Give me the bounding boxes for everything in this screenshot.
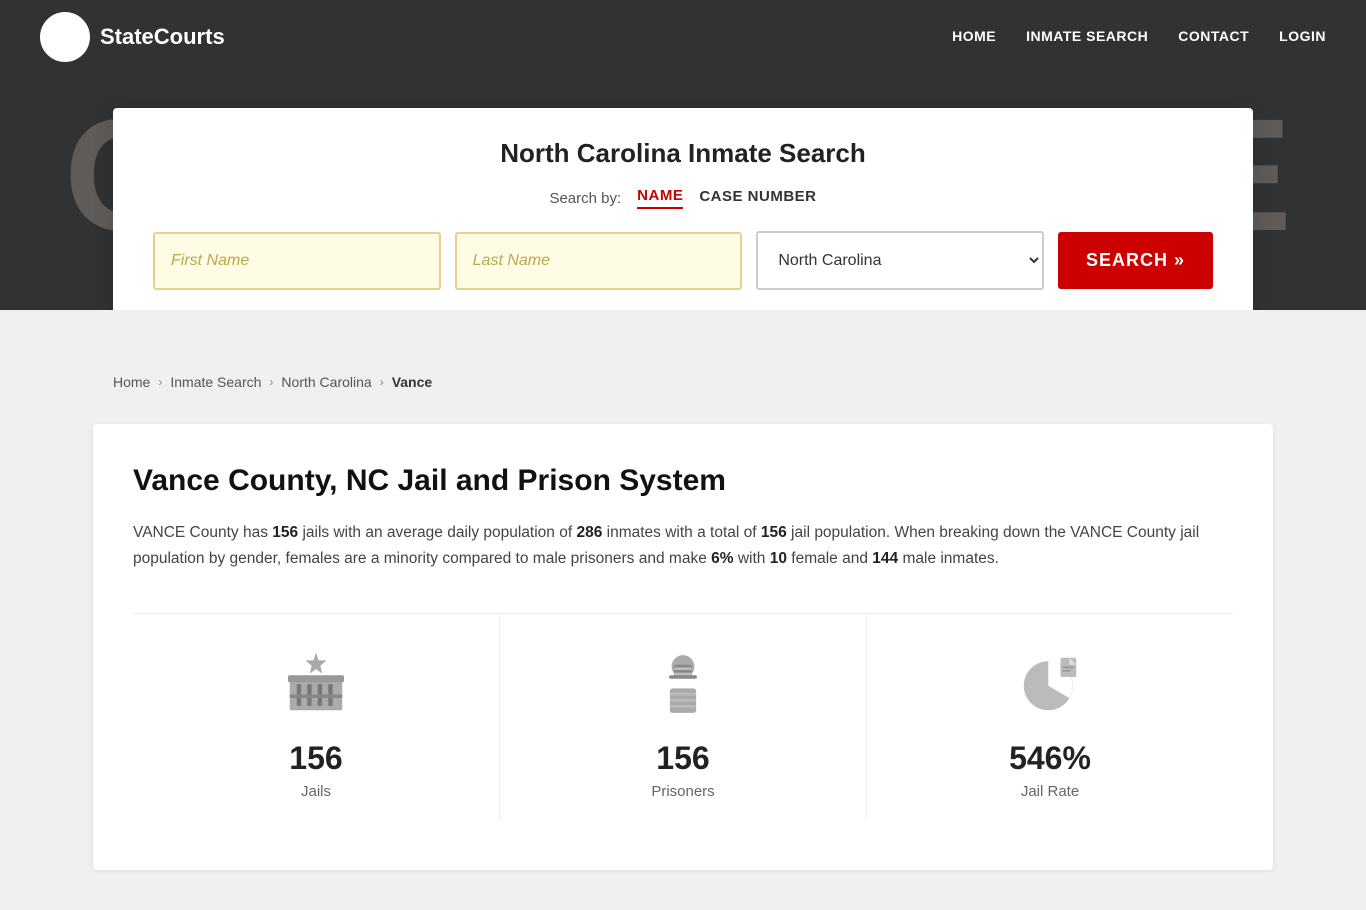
main-nav: 🏛 StateCourts HOME INMATE SEARCH CONTACT… (0, 0, 1366, 74)
stat-rate: 546% Jail Rate (867, 614, 1233, 820)
main-content: Vance County, NC Jail and Prison System … (93, 424, 1273, 870)
county-title: Vance County, NC Jail and Prison System (133, 464, 1233, 498)
search-card-title: North Carolina Inmate Search (153, 138, 1213, 169)
breadcrumb-nc[interactable]: North Carolina (281, 374, 371, 390)
search-by-label: Search by: (549, 190, 621, 207)
county-description: VANCE County has 156 jails with an avera… (133, 520, 1233, 573)
logo-icon: 🏛 (40, 12, 90, 62)
stat-jails: 156 Jails (133, 614, 500, 820)
stats-row: 156 Jails (133, 613, 1233, 820)
breadcrumb-current: Vance (392, 374, 432, 390)
stat-prisoners-label: Prisoners (651, 783, 714, 800)
logo-text: StateCourts (100, 24, 225, 50)
last-name-input[interactable] (455, 232, 743, 290)
breadcrumb-inmate-search[interactable]: Inmate Search (170, 374, 261, 390)
first-name-input[interactable] (153, 232, 441, 290)
rate-icon (1010, 644, 1090, 724)
breadcrumb-home[interactable]: Home (113, 374, 150, 390)
hero-section: COURTHOUSE 🏛 StateCourts HOME INMATE SEA… (0, 0, 1366, 310)
tab-case-number[interactable]: CASE NUMBER (699, 188, 816, 208)
nav-links: HOME INMATE SEARCH CONTACT LOGIN (952, 28, 1326, 46)
stat-jails-label: Jails (301, 783, 331, 800)
breadcrumb-sep-2: › (269, 375, 273, 389)
jail-icon (276, 644, 356, 724)
breadcrumb-sep-1: › (158, 375, 162, 389)
stat-jails-number: 156 (289, 740, 342, 777)
search-inputs: North Carolina Alabama Alaska Arizona Ca… (153, 231, 1213, 290)
nav-inmate-search[interactable]: INMATE SEARCH (1026, 28, 1148, 44)
nav-home[interactable]: HOME (952, 28, 996, 44)
prisoner-icon (643, 644, 723, 724)
search-card: North Carolina Inmate Search Search by: … (113, 108, 1253, 310)
nav-contact[interactable]: CONTACT (1178, 28, 1249, 44)
stat-rate-label: Jail Rate (1021, 783, 1079, 800)
nav-login[interactable]: LOGIN (1279, 28, 1326, 44)
stat-rate-number: 546% (1009, 740, 1091, 777)
breadcrumb: Home › Inmate Search › North Carolina › … (93, 360, 1273, 404)
stat-prisoners-number: 156 (656, 740, 709, 777)
logo-link[interactable]: 🏛 StateCourts (40, 12, 225, 62)
state-select[interactable]: North Carolina Alabama Alaska Arizona Ca… (756, 231, 1044, 290)
tab-name[interactable]: NAME (637, 187, 683, 209)
search-by-row: Search by: NAME CASE NUMBER (153, 187, 1213, 209)
stat-prisoners: 156 Prisoners (500, 614, 867, 820)
search-button[interactable]: SEARCH » (1058, 232, 1213, 289)
breadcrumb-sep-3: › (380, 375, 384, 389)
